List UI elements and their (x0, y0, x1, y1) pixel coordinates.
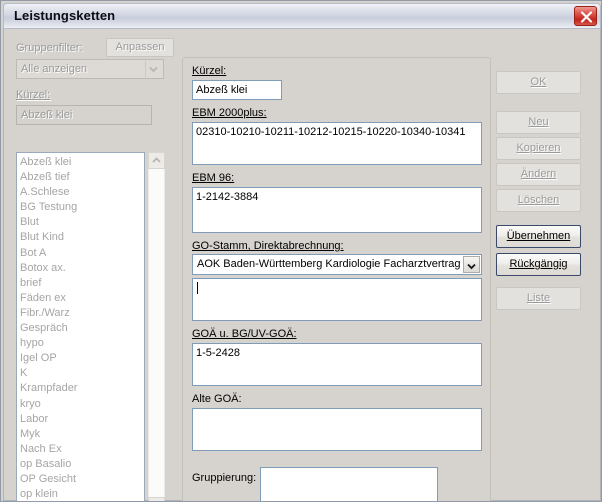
gruppierung-label-text: Gruppierung: (192, 472, 257, 484)
kuerzel-left-label-text: Kürzel: (16, 89, 51, 101)
kuerzel-input[interactable]: Abzeß klei (192, 80, 282, 100)
gostamm-combo[interactable]: AOK Baden-Württemberg Kardiologie Fachar… (192, 254, 482, 275)
list-item[interactable]: Abzeß klei (20, 155, 144, 170)
ebm2000-input[interactable]: 02310-10210-10211-10212-10215-10220-1034… (192, 122, 482, 165)
gostamm-combo-value: AOK Baden-Württemberg Kardiologie Fachar… (197, 258, 461, 270)
list-item[interactable]: hypo (20, 336, 144, 351)
close-icon[interactable] (574, 6, 597, 26)
aendern-button-label: Ändern (520, 168, 557, 180)
leistungsketten-dialog: Leistungsketten Gruppenfilter: Anpassen … (0, 0, 602, 502)
list-item[interactable]: Igel OP (20, 351, 144, 366)
ok-button-label: OK (530, 76, 547, 88)
list-item[interactable]: OP Gesicht (20, 472, 144, 487)
uebernehmen-button-label: Übernehmen (506, 230, 571, 242)
list-item[interactable]: BG Testung (20, 200, 144, 215)
list-item[interactable]: op klein (20, 487, 144, 501)
title-bar[interactable]: Leistungsketten (3, 3, 601, 29)
gruppierung-label: Gruppierung: (192, 472, 256, 484)
rueckgaengig-button[interactable]: Rückgängig (496, 253, 581, 276)
kuerzel-label-text: Kürzel: (192, 65, 227, 77)
chevron-down-icon[interactable] (463, 256, 480, 273)
uebernehmen-button[interactable]: Übernehmen (496, 225, 581, 248)
gostamm-label-text: GO-Stamm, Direktabrechnung: (192, 240, 344, 252)
kuerzel-left-label: Kürzel: (16, 89, 50, 101)
ebm2000-label: EBM 2000plus: (192, 107, 267, 119)
list-item[interactable]: op Basalio (20, 457, 144, 472)
list-item[interactable]: Krampfader (20, 381, 144, 396)
kuerzel-list[interactable]: Abzeß klei Abzeß tief A.Schlese BG Testung B… (16, 152, 145, 501)
kuerzel-left-input[interactable]: Abzeß klei (16, 105, 152, 125)
list-item[interactable]: K (20, 366, 144, 381)
neu-button[interactable]: Neu (496, 111, 581, 134)
list-item[interactable]: Bot A (20, 246, 144, 261)
list-item[interactable]: Gespräch (20, 321, 144, 336)
gruppenfilter-label: Gruppenfilter: (16, 42, 83, 54)
list-item[interactable]: Myk (20, 427, 144, 442)
chevron-up-glyph (152, 157, 161, 163)
liste-button[interactable]: Liste (496, 287, 581, 310)
aendern-button[interactable]: Ändern (496, 163, 581, 186)
list-item[interactable]: Fäden ex (20, 291, 144, 306)
list-item[interactable]: brief (20, 276, 144, 291)
list-item[interactable]: Abzeß tief (20, 170, 144, 185)
alte-goae-label: Alte GOÄ: (192, 393, 242, 405)
kopieren-button[interactable]: Kopieren (496, 137, 581, 160)
liste-button-label: Liste (526, 292, 551, 304)
gruppenfilter-combo[interactable]: Alle anzeigen (16, 59, 164, 79)
close-x-glyph (580, 11, 593, 23)
loeschen-button-label: Löschen (517, 194, 560, 206)
gruppenfilter-combo-value: Alle anzeigen (21, 63, 88, 75)
list-item[interactable]: kryo (20, 397, 144, 412)
loeschen-button[interactable]: Löschen (496, 189, 581, 212)
chevron-down-glyph (149, 498, 164, 502)
ebm2000-label-text: EBM 2000plus: (192, 107, 267, 119)
ok-button[interactable]: OK (496, 71, 581, 94)
dialog-client-area: Gruppenfilter: Anpassen Alle anzeigen Kü… (3, 29, 601, 501)
rueckgaengig-button-label: Rückgängig (509, 258, 568, 270)
chevron-down-icon (145, 61, 162, 77)
gostamm-detail-input[interactable] (192, 278, 482, 321)
chevron-down-icon[interactable] (148, 497, 165, 502)
window-title: Leistungsketten (14, 8, 116, 23)
neu-button-label: Neu (528, 116, 549, 128)
gruppierung-input[interactable] (260, 467, 438, 501)
list-scrollbar[interactable] (148, 152, 165, 502)
scrollbar-track[interactable] (148, 169, 165, 497)
goae-label-text: GOÄ u. BG/UV-GOÄ: (192, 328, 297, 340)
list-item[interactable]: Botox ax. (20, 261, 144, 276)
list-item[interactable]: Blut (20, 215, 144, 230)
list-item[interactable]: Labor (20, 412, 144, 427)
text-caret (197, 282, 198, 294)
chevron-up-icon[interactable] (148, 152, 165, 169)
goae-input[interactable]: 1-5-2428 (192, 343, 482, 386)
ebm96-input[interactable]: 1-2142-3884 (192, 187, 482, 233)
kopieren-button-label: Kopieren (516, 142, 561, 154)
ebm96-label: EBM 96: (192, 172, 234, 184)
anpassen-button[interactable]: Anpassen (106, 38, 174, 57)
goae-label: GOÄ u. BG/UV-GOÄ: (192, 328, 297, 340)
list-item[interactable]: A.Schlese (20, 185, 144, 200)
list-item[interactable]: Fibr./Warz (20, 306, 144, 321)
gostamm-label: GO-Stamm, Direktabrechnung: (192, 240, 344, 252)
alte-goae-input[interactable] (192, 408, 482, 451)
kuerzel-label: Kürzel: (192, 65, 226, 77)
list-item[interactable]: Blut Kind (20, 230, 144, 245)
chevron-down-glyph (467, 263, 476, 270)
chevron-down-glyph (149, 66, 158, 73)
list-item[interactable]: Nach Ex (20, 442, 144, 457)
alte-goae-label-text: Alte GOÄ: (192, 393, 242, 405)
ebm96-label-text: EBM 96: (192, 172, 235, 184)
